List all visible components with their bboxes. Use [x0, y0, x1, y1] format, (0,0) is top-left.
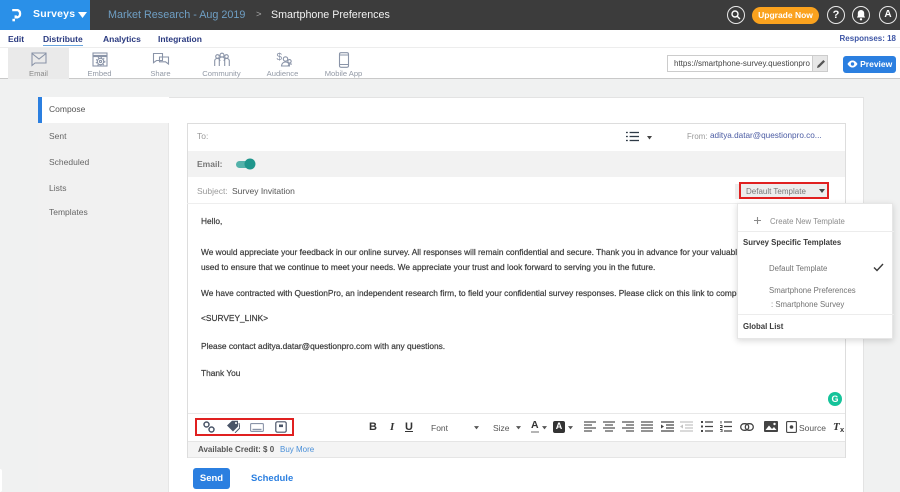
svg-text:$: $: [276, 52, 282, 63]
